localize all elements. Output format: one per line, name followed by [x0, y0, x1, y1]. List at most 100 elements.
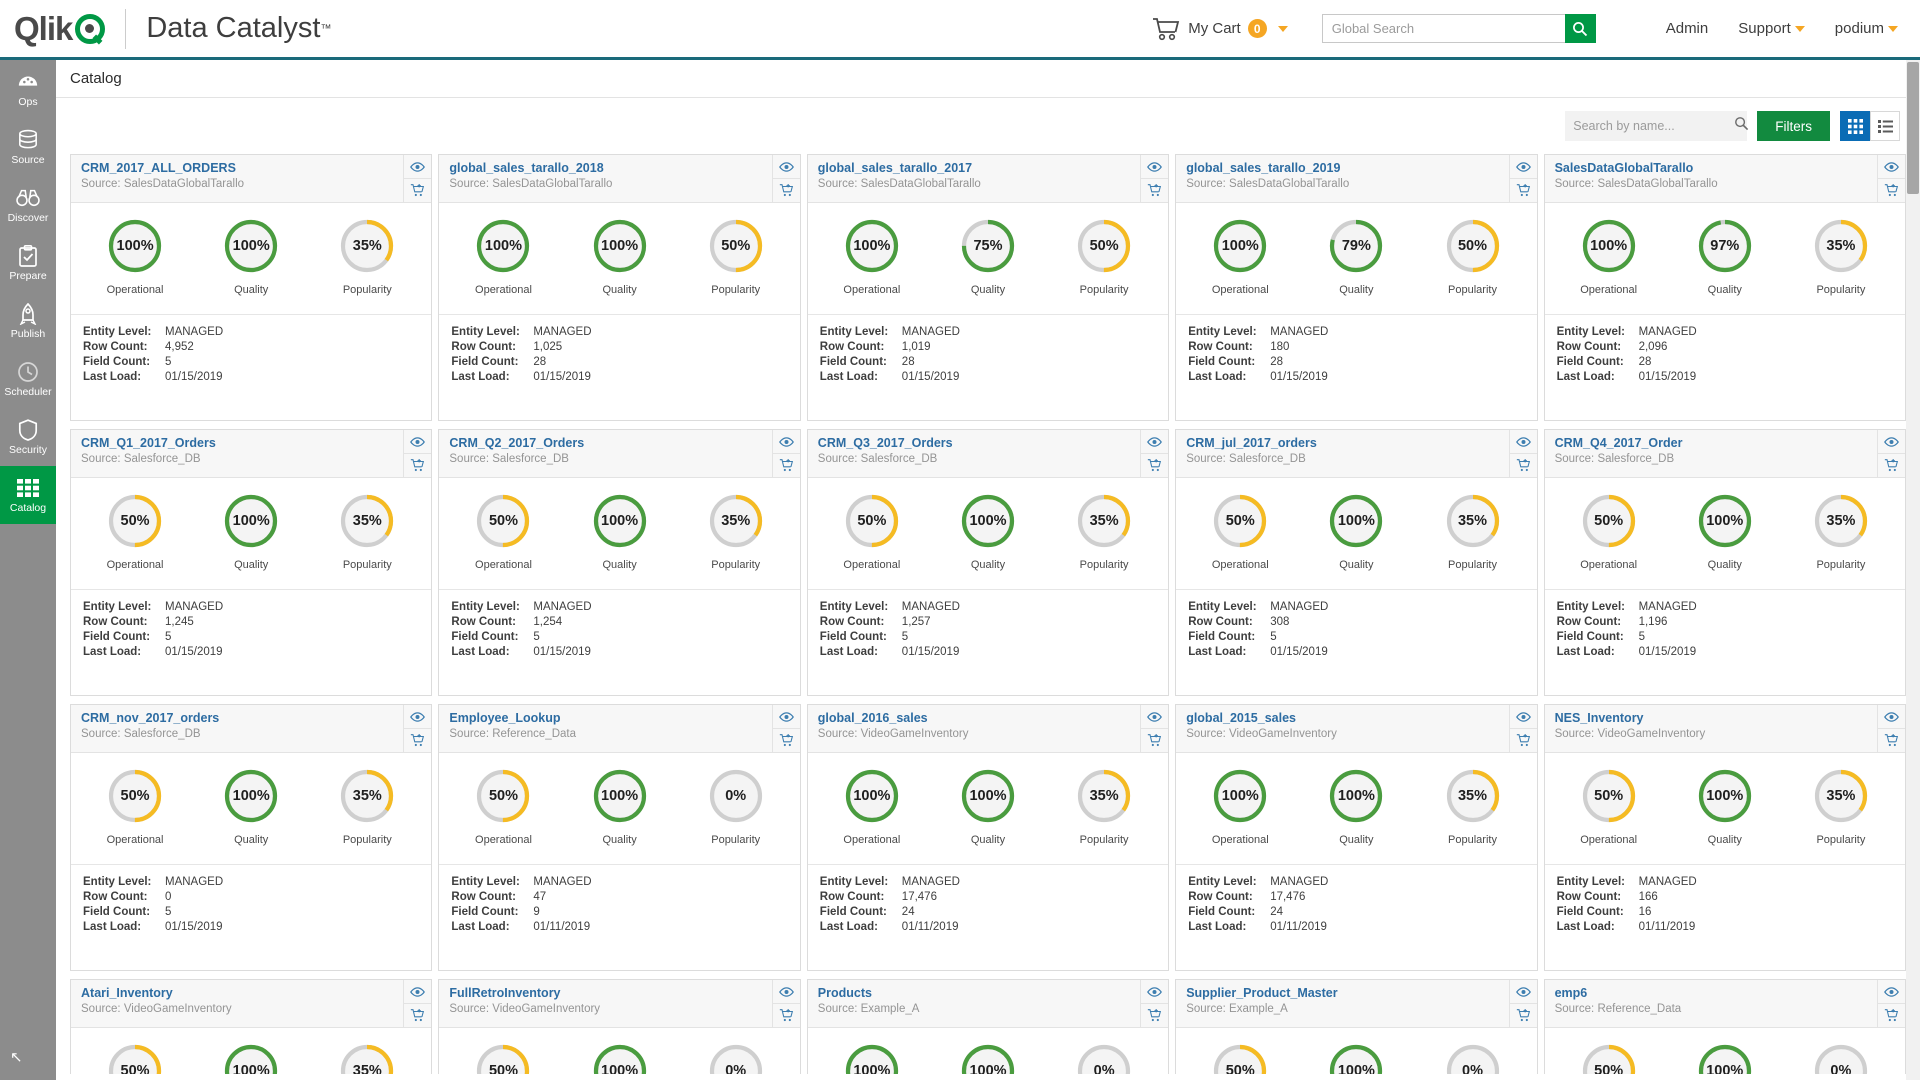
filters-button[interactable]: Filters [1757, 111, 1830, 141]
catalog-card[interactable]: CRM_Q1_2017_Orders Source: Salesforce_DB 5… [70, 429, 433, 696]
grid-view-button[interactable] [1840, 111, 1870, 141]
preview-eye-icon[interactable] [773, 705, 800, 728]
add-to-cart-icon[interactable] [1509, 1003, 1537, 1027]
scrollbar-thumb[interactable] [1907, 62, 1919, 194]
catalog-card[interactable]: SalesDataGlobalTarallo Source: SalesDataG… [1543, 154, 1906, 421]
card-title-link[interactable]: CRM_Q2_2017_Orders [449, 436, 761, 450]
card-title-link[interactable]: global_sales_tarallo_2017 [818, 161, 1130, 175]
catalog-card[interactable]: emp6 Source: Reference_Data 50%Operational… [1543, 979, 1906, 1074]
card-title-link[interactable]: CRM_Q4_2017_Order [1555, 436, 1867, 450]
add-to-cart-icon[interactable] [1141, 178, 1169, 202]
catalog-card[interactable]: Atari_Inventory Source: VideoGameInventor… [70, 979, 433, 1074]
card-title-link[interactable]: global_sales_tarallo_2019 [1186, 161, 1498, 175]
card-title-link[interactable]: CRM_2017_ALL_ORDERS [81, 161, 393, 175]
card-title-link[interactable]: global_sales_tarallo_2018 [449, 161, 761, 175]
preview-eye-icon[interactable] [404, 980, 431, 1003]
preview-eye-icon[interactable] [1141, 430, 1168, 453]
catalog-card[interactable]: NES_Inventory Source: VideoGameInventory 5… [1543, 704, 1906, 971]
add-to-cart-icon[interactable] [772, 1003, 800, 1027]
add-to-cart-icon[interactable] [1141, 453, 1169, 477]
add-to-cart-icon[interactable] [1877, 178, 1905, 202]
preview-eye-icon[interactable] [1141, 155, 1168, 178]
preview-eye-icon[interactable] [1141, 705, 1168, 728]
catalog-card[interactable]: CRM_Q3_2017_Orders Source: Salesforce_DB 5… [806, 429, 1170, 696]
add-to-cart-icon[interactable] [404, 1003, 432, 1027]
nav-link-admin[interactable]: Admin [1666, 20, 1709, 37]
card-title-link[interactable]: Supplier_Product_Master [1186, 986, 1498, 1000]
list-view-button[interactable] [1870, 111, 1900, 141]
catalog-card[interactable]: global_sales_tarallo_2017 Source: SalesDa… [806, 154, 1170, 421]
card-title-link[interactable]: emp6 [1555, 986, 1867, 1000]
card-title-link[interactable]: Atari_Inventory [81, 986, 393, 1000]
add-to-cart-icon[interactable] [404, 728, 432, 752]
card-title-link[interactable]: NES_Inventory [1555, 711, 1867, 725]
preview-eye-icon[interactable] [1510, 155, 1537, 178]
preview-eye-icon[interactable] [773, 430, 800, 453]
sidebar-item-security[interactable]: Security [0, 408, 56, 466]
search-by-name-input[interactable] [1573, 119, 1735, 133]
global-search-button[interactable] [1564, 14, 1596, 43]
nav-link-support[interactable]: Support [1738, 20, 1805, 37]
preview-eye-icon[interactable] [1510, 430, 1537, 453]
preview-eye-icon[interactable] [1878, 155, 1905, 178]
global-search-input[interactable] [1321, 14, 1565, 43]
preview-eye-icon[interactable] [404, 155, 431, 178]
chevron-down-icon[interactable] [1277, 25, 1288, 32]
add-to-cart-icon[interactable] [1509, 178, 1537, 202]
add-to-cart-icon[interactable] [1877, 728, 1905, 752]
catalog-card[interactable]: FullRetroInventory Source: VideoGameInven… [438, 979, 801, 1074]
sidebar-item-scheduler[interactable]: Scheduler [0, 350, 56, 408]
catalog-card[interactable]: global_2016_sales Source: VideoGameInvent… [806, 704, 1170, 971]
preview-eye-icon[interactable] [404, 705, 431, 728]
nav-link-user-menu[interactable]: podium [1835, 20, 1898, 37]
card-title-link[interactable]: CRM_jul_2017_orders [1186, 436, 1498, 450]
sidebar-item-source[interactable]: Source [0, 118, 56, 176]
preview-eye-icon[interactable] [1878, 705, 1905, 728]
catalog-card[interactable]: global_sales_tarallo_2019 Source: SalesDa… [1175, 154, 1538, 421]
catalog-card[interactable]: CRM_2017_ALL_ORDERS Source: SalesDataGlob… [70, 154, 433, 421]
catalog-card[interactable]: global_sales_tarallo_2018 Source: SalesDa… [438, 154, 801, 421]
sidebar-item-discover[interactable]: Discover [0, 176, 56, 234]
add-to-cart-icon[interactable] [404, 178, 432, 202]
catalog-card[interactable]: CRM_jul_2017_orders Source: Salesforce_DB… [1175, 429, 1538, 696]
card-title-link[interactable]: CRM_Q1_2017_Orders [81, 436, 393, 450]
card-title-link[interactable]: CRM_Q3_2017_Orders [818, 436, 1130, 450]
add-to-cart-icon[interactable] [1509, 728, 1537, 752]
page-scrollbar[interactable] [1906, 60, 1920, 1080]
catalog-card[interactable]: CRM_nov_2017_orders Source: Salesforce_DB… [70, 704, 433, 971]
sidebar-item-ops[interactable]: Ops [0, 60, 56, 118]
card-title-link[interactable]: Employee_Lookup [449, 711, 761, 725]
catalog-card[interactable]: Employee_Lookup Source: Reference_Data 50%… [438, 704, 801, 971]
catalog-card[interactable]: CRM_Q4_2017_Order Source: Salesforce_DB 50… [1543, 429, 1906, 696]
card-title-link[interactable]: global_2015_sales [1186, 711, 1498, 725]
card-title-link[interactable]: Products [818, 986, 1130, 1000]
add-to-cart-icon[interactable] [1877, 1003, 1905, 1027]
catalog-card[interactable]: Products Source: Example_A 100%Operational… [806, 979, 1170, 1074]
catalog-card[interactable]: global_2015_sales Source: VideoGameInvent… [1175, 704, 1538, 971]
sidebar-item-catalog[interactable]: Catalog [0, 466, 56, 524]
sidebar-item-prepare[interactable]: Prepare [0, 234, 56, 292]
my-cart-button[interactable]: My Cart 0 [1151, 16, 1288, 42]
add-to-cart-icon[interactable] [1141, 728, 1169, 752]
add-to-cart-icon[interactable] [1141, 1003, 1169, 1027]
preview-eye-icon[interactable] [1878, 980, 1905, 1003]
preview-eye-icon[interactable] [404, 430, 431, 453]
app-logo[interactable]: Qlik Data Catalyst ™ [0, 8, 331, 49]
add-to-cart-icon[interactable] [772, 453, 800, 477]
add-to-cart-icon[interactable] [1877, 453, 1905, 477]
preview-eye-icon[interactable] [773, 155, 800, 178]
catalog-card[interactable]: CRM_Q2_2017_Orders Source: Salesforce_DB 5… [438, 429, 801, 696]
expand-sidebar-icon[interactable]: ↗ [10, 1048, 23, 1066]
add-to-cart-icon[interactable] [772, 178, 800, 202]
add-to-cart-icon[interactable] [1509, 453, 1537, 477]
card-title-link[interactable]: SalesDataGlobalTarallo [1555, 161, 1867, 175]
card-title-link[interactable]: FullRetroInventory [449, 986, 761, 1000]
catalog-card[interactable]: Supplier_Product_Master Source: Example_A… [1175, 979, 1538, 1074]
card-title-link[interactable]: CRM_nov_2017_orders [81, 711, 393, 725]
preview-eye-icon[interactable] [1141, 980, 1168, 1003]
preview-eye-icon[interactable] [1878, 430, 1905, 453]
add-to-cart-icon[interactable] [772, 728, 800, 752]
add-to-cart-icon[interactable] [404, 453, 432, 477]
preview-eye-icon[interactable] [773, 980, 800, 1003]
sidebar-item-publish[interactable]: Publish [0, 292, 56, 350]
